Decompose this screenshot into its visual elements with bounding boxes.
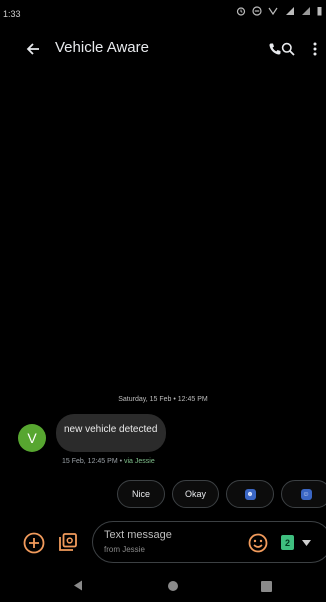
message-meta: 15 Feb, 12:45 PM • via Jessie bbox=[62, 458, 155, 465]
volte-icon bbox=[268, 7, 278, 16]
conversation-title: Vehicle Aware bbox=[55, 39, 149, 56]
status-icons bbox=[236, 6, 322, 16]
compose-placeholder: Text message bbox=[104, 529, 172, 541]
nav-recents-icon[interactable] bbox=[261, 581, 272, 592]
avatar[interactable]: V bbox=[18, 424, 46, 452]
gallery-icon[interactable] bbox=[57, 531, 79, 553]
search-icon bbox=[281, 42, 295, 56]
signal-icon-2 bbox=[302, 7, 310, 15]
arrow-back-icon bbox=[26, 43, 39, 55]
nav-home-icon[interactable] bbox=[168, 581, 178, 591]
status-time: 1:33 bbox=[3, 9, 21, 19]
message-via: via Jessie bbox=[124, 458, 155, 465]
dropdown-arrow-icon[interactable] bbox=[302, 540, 311, 546]
compose-sender-label: from Jessie bbox=[104, 545, 145, 554]
add-attachment-icon[interactable] bbox=[22, 531, 46, 555]
status-bar: 1:33 bbox=[0, 0, 326, 26]
date-separator: Saturday, 15 Feb • 12:45 PM bbox=[118, 396, 208, 403]
signal-icon bbox=[286, 7, 294, 15]
smart-reply-emoji-1[interactable]: ☻ bbox=[226, 480, 274, 508]
emoji-picker-icon[interactable] bbox=[247, 532, 269, 554]
smart-reply-nice[interactable]: Nice bbox=[117, 480, 165, 508]
smart-reply-emoji-2[interactable]: ☺ bbox=[281, 480, 326, 508]
smart-reply-okay[interactable]: Okay bbox=[172, 480, 219, 508]
app-bar: Vehicle Aware bbox=[0, 26, 326, 72]
message-text: new vehicle detected bbox=[64, 424, 158, 435]
dnd-icon bbox=[252, 6, 262, 16]
alarm-icon bbox=[236, 7, 246, 16]
emoji-icon: ☻ bbox=[244, 488, 256, 500]
more-vert-icon bbox=[313, 42, 317, 56]
nav-back-icon[interactable] bbox=[73, 580, 83, 591]
back-button[interactable] bbox=[20, 36, 46, 62]
system-nav-bar bbox=[0, 570, 326, 602]
search-button[interactable] bbox=[275, 36, 301, 62]
battery-icon bbox=[317, 7, 322, 16]
sim-selector[interactable]: 2 bbox=[281, 535, 294, 550]
more-options-button[interactable] bbox=[306, 36, 324, 62]
emoji-icon: ☺ bbox=[300, 488, 312, 500]
message-time: 15 Feb, 12:45 PM • bbox=[62, 458, 124, 465]
